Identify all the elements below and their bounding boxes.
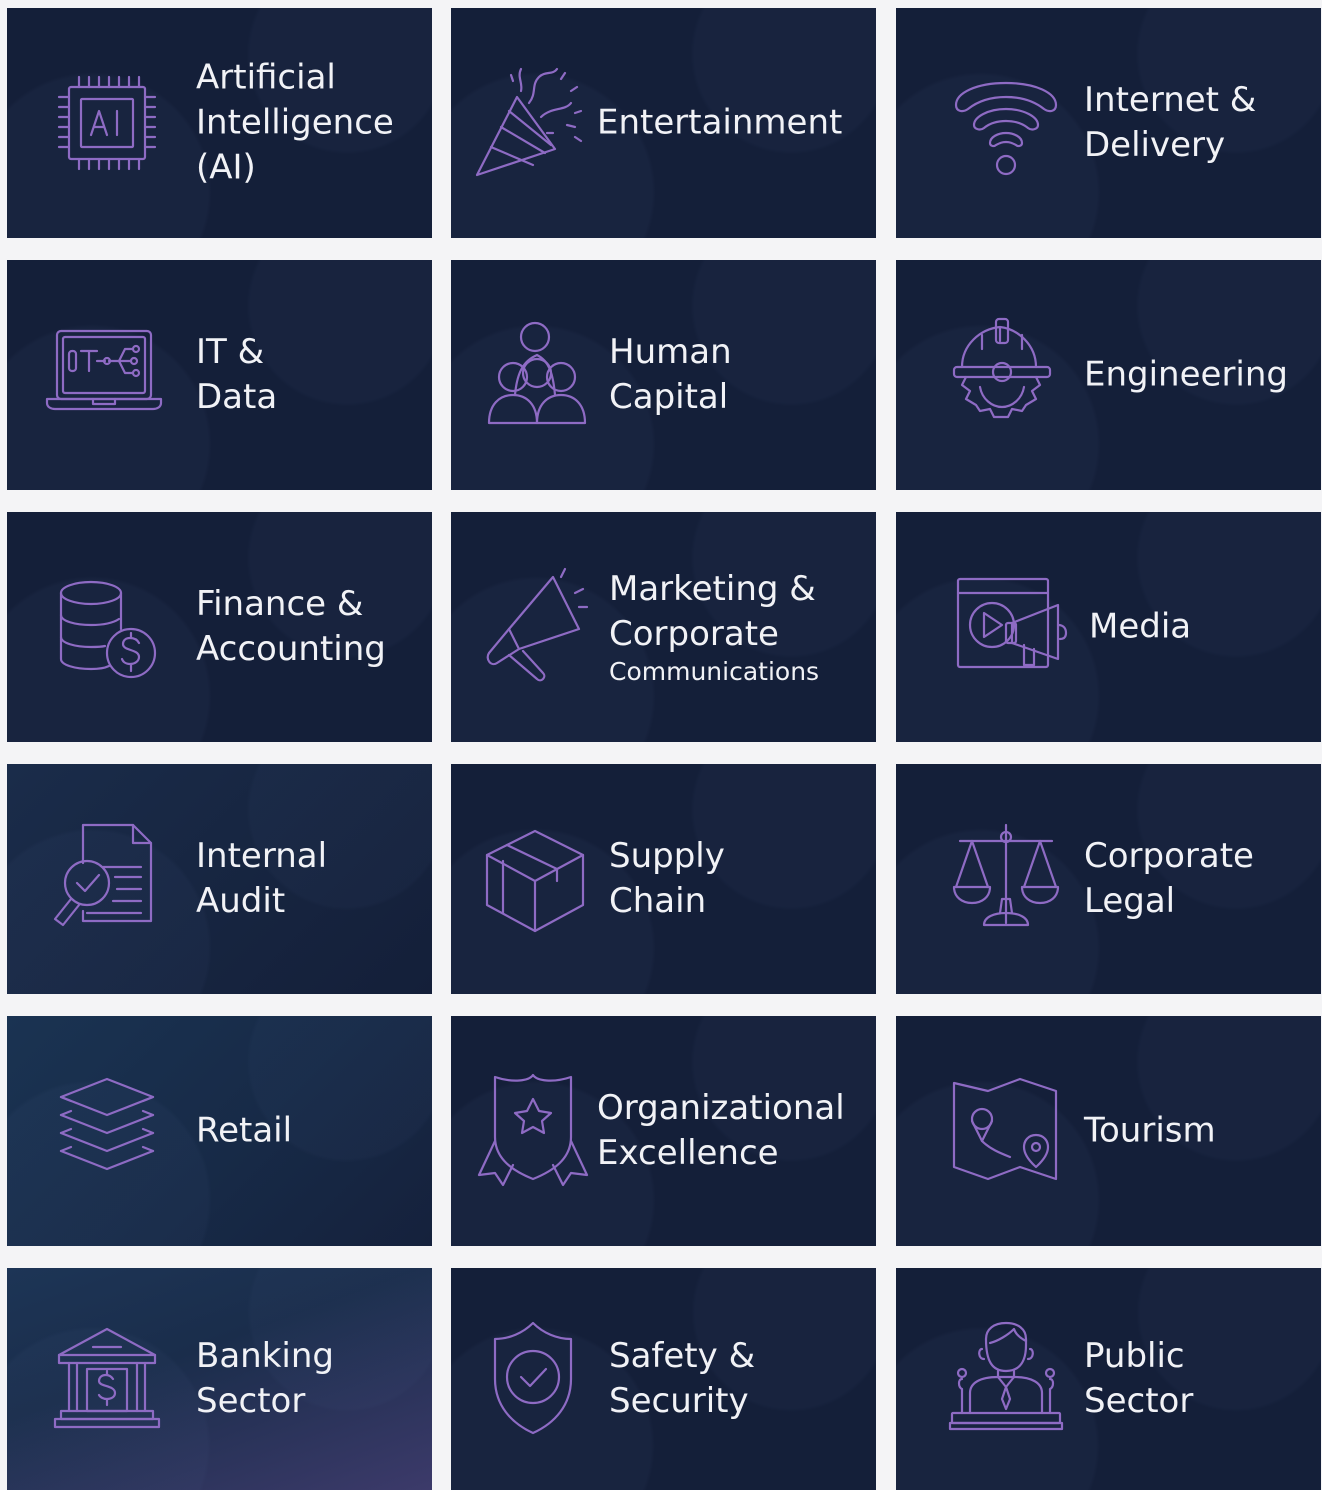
label-line: Intelligence — [196, 102, 394, 143]
tile-label: Engineering — [1084, 353, 1301, 398]
tile-label: Internet & Delivery — [1084, 78, 1301, 168]
tile-label: Artificial Intelligence (AI) — [196, 56, 412, 191]
label-line: Sector — [1084, 1381, 1194, 1421]
label-line: Accounting — [196, 629, 386, 669]
tile-internal-audit[interactable]: Internal Audit — [7, 764, 432, 994]
industries-grid: Artificial Intelligence (AI) Entertainme… — [0, 0, 1322, 1490]
tile-public-sector[interactable]: Public Sector — [896, 1268, 1321, 1490]
tile-marketing-corporate-communications[interactable]: Marketing & Corporate Communications — [451, 512, 876, 742]
shield-star-badge-icon — [473, 1071, 593, 1191]
bank-building-icon — [47, 1319, 167, 1439]
hardhat-gear-icon — [948, 315, 1068, 435]
label-line: Sector — [196, 1381, 306, 1421]
label-line: Audit — [196, 881, 286, 921]
label-line: Tourism — [1084, 1110, 1216, 1151]
tile-retail[interactable]: Retail — [7, 1016, 432, 1246]
label-line: IT & — [196, 332, 265, 372]
tile-entertainment[interactable]: Entertainment — [451, 8, 876, 238]
ai-chip-icon — [47, 63, 167, 183]
label-line: Retail — [196, 1110, 293, 1151]
label-subline: Communications — [609, 657, 820, 686]
video-megaphone-icon — [952, 567, 1072, 687]
tile-corporate-legal[interactable]: Corporate Legal — [896, 764, 1321, 994]
party-popper-icon — [471, 63, 591, 183]
tile-label: Retail — [196, 1109, 412, 1154]
tile-finance-accounting[interactable]: Finance & Accounting — [7, 512, 432, 742]
it-laptop-icon — [43, 315, 163, 435]
megaphone-icon — [479, 567, 599, 687]
label-line: Engineering — [1084, 354, 1288, 395]
label-line: Organizational — [597, 1088, 845, 1128]
label-line: Media — [1089, 606, 1192, 647]
label-line: Delivery — [1084, 125, 1226, 165]
map-route-icon — [948, 1071, 1068, 1191]
shield-check-icon — [479, 1319, 599, 1439]
tile-label: Organizational Excellence — [597, 1086, 856, 1176]
label-line: Chain — [609, 881, 707, 921]
tile-label: Banking Sector — [196, 1334, 412, 1424]
tile-safety-security[interactable]: Safety & Security — [451, 1268, 876, 1490]
label-line: Data — [196, 377, 278, 417]
tile-label: Internal Audit — [196, 834, 412, 924]
label-line: Entertainment — [597, 102, 843, 143]
speaker-podium-icon — [948, 1319, 1068, 1439]
label-line: Banking — [196, 1336, 334, 1376]
tile-it-data[interactable]: IT & Data — [7, 260, 432, 490]
document-magnifier-icon — [47, 819, 167, 939]
label-line: Internal — [196, 836, 328, 876]
tile-label: IT & Data — [196, 330, 412, 420]
label-line: (AI) — [196, 147, 256, 188]
tile-label: Safety & Security — [609, 1334, 856, 1424]
label-line: Safety & — [609, 1336, 756, 1376]
tile-label: Public Sector — [1084, 1334, 1301, 1424]
tile-media[interactable]: Media — [896, 512, 1321, 742]
label-line: Security — [609, 1381, 749, 1421]
tile-human-capital[interactable]: Human Capital — [451, 260, 876, 490]
label-line: Supply — [609, 836, 725, 876]
label-line: Marketing & — [609, 569, 816, 609]
label-line: Artificial — [196, 57, 336, 98]
tile-label: Corporate Legal — [1084, 834, 1301, 924]
tile-internet-delivery[interactable]: Internet & Delivery — [896, 8, 1321, 238]
coins-dollar-icon — [47, 567, 167, 687]
layers-icon — [47, 1071, 167, 1191]
label-line: Corporate — [609, 614, 779, 654]
tile-supply-chain[interactable]: Supply Chain — [451, 764, 876, 994]
label-line: Public — [1084, 1336, 1185, 1376]
tile-label: Tourism — [1084, 1109, 1301, 1154]
wifi-icon — [946, 63, 1066, 183]
tile-tourism[interactable]: Tourism — [896, 1016, 1321, 1246]
tile-label: Media — [1089, 605, 1301, 650]
tile-label: Entertainment — [597, 101, 856, 146]
tile-label: Human Capital — [609, 330, 856, 420]
tile-banking-sector[interactable]: Banking Sector — [7, 1268, 432, 1490]
label-line: Finance & — [196, 584, 364, 624]
label-line: Legal — [1084, 881, 1176, 921]
label-line: Corporate — [1084, 836, 1254, 876]
tile-label: Marketing & Corporate Communications — [609, 567, 856, 687]
label-line: Capital — [609, 377, 729, 417]
tile-engineering[interactable]: Engineering — [896, 260, 1321, 490]
label-line: Human — [609, 332, 732, 372]
tile-organizational-excellence[interactable]: Organizational Excellence — [451, 1016, 876, 1246]
label-line: Internet & — [1084, 80, 1257, 120]
label-line: Excellence — [597, 1133, 779, 1173]
scales-icon — [948, 819, 1068, 939]
tile-artificial-intelligence[interactable]: Artificial Intelligence (AI) — [7, 8, 432, 238]
people-group-icon — [479, 315, 599, 435]
tile-label: Finance & Accounting — [196, 582, 412, 672]
tile-label: Supply Chain — [609, 834, 856, 924]
box-icon — [479, 819, 599, 939]
